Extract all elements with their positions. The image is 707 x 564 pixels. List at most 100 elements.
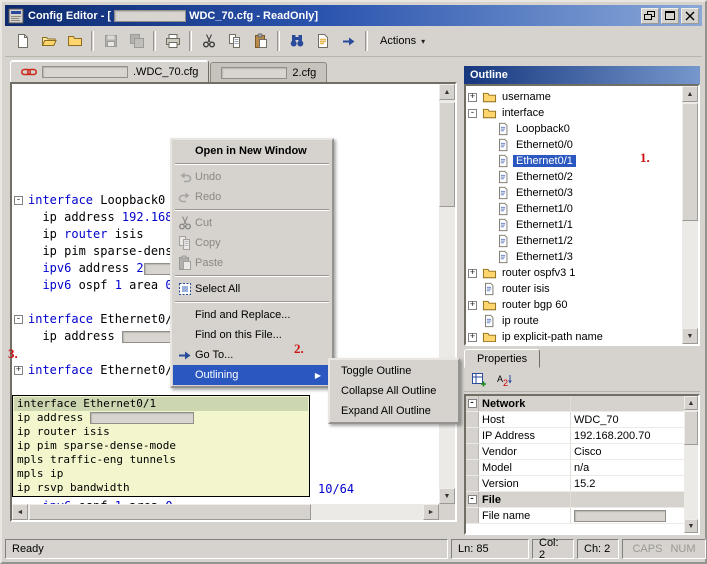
menu-item-redo[interactable]: Redo: [173, 187, 331, 207]
scroll-up-icon[interactable]: ▲: [682, 86, 698, 102]
document-tab-1[interactable]: .WDC_70.cfg: [10, 60, 209, 82]
status-message: Ready: [12, 543, 44, 555]
open-folder-button[interactable]: [36, 29, 61, 53]
menu-item-toggle-outline[interactable]: Toggle Outline: [331, 361, 457, 381]
menu-item-expand-all-outline[interactable]: Expand All Outline: [331, 401, 457, 421]
menu-item-collapse-all-outline[interactable]: Collapse All Outline: [331, 381, 457, 401]
expand-icon[interactable]: +: [468, 333, 477, 342]
menu-item-undo[interactable]: Undo: [173, 167, 331, 187]
status-line-number: Ln: 85: [458, 543, 489, 555]
scrollbar-corner: [439, 504, 455, 520]
outline-node-router-ospfv3-1[interactable]: + router ospfv3 1: [468, 265, 680, 281]
save-all-button[interactable]: [124, 29, 149, 53]
property-row-ip-address[interactable]: IP Address192.168.200.70: [466, 428, 684, 444]
scroll-down-icon[interactable]: ▼: [682, 328, 698, 344]
property-row-file-name[interactable]: File name: [466, 508, 684, 524]
fold-expand-icon[interactable]: +: [14, 366, 23, 375]
outline-scrollbar[interactable]: ▲ ▼: [682, 86, 698, 344]
chain-link-icon: [21, 64, 37, 80]
folder-button[interactable]: [62, 29, 87, 53]
copy-button[interactable]: [222, 29, 247, 53]
status-column-number: Col: 2: [539, 537, 567, 561]
outline-node-interface[interactable]: -interface: [468, 105, 680, 121]
print-button[interactable]: [160, 29, 185, 53]
collapse-icon[interactable]: -: [468, 399, 477, 408]
fold-margin: -: [14, 196, 28, 205]
fold-collapse-icon[interactable]: -: [14, 315, 23, 324]
tree-doc-icon: [495, 249, 511, 265]
outline-node-ip-route[interactable]: ip route: [468, 313, 680, 329]
fold-collapse-icon[interactable]: -: [14, 196, 23, 205]
new-file-button[interactable]: [10, 29, 35, 53]
vertical-scrollbar-thumb[interactable]: [439, 102, 455, 207]
outline-node-ethernet0-2[interactable]: Ethernet0/2: [468, 169, 680, 185]
editor-vertical-scrollbar[interactable]: ▲ ▼: [439, 84, 455, 504]
goto-button[interactable]: [336, 29, 361, 53]
scroll-up-icon[interactable]: ▲: [439, 84, 455, 100]
expander-slot: +: [468, 301, 481, 310]
vertical-scrollbar-thumb[interactable]: [682, 103, 698, 221]
outline-node-username[interactable]: +username: [468, 89, 680, 105]
scroll-up-icon[interactable]: ▲: [684, 396, 698, 410]
collapse-icon[interactable]: -: [468, 495, 477, 504]
paste-button[interactable]: [248, 29, 273, 53]
close-button[interactable]: [681, 8, 699, 24]
find-results-button[interactable]: [310, 29, 335, 53]
outline-node-ethernet0-3[interactable]: Ethernet0/3: [468, 185, 680, 201]
maximize-button[interactable]: [661, 8, 679, 24]
sort-alphabetical-button[interactable]: A2: [494, 370, 516, 390]
property-category-network[interactable]: -Network: [466, 396, 684, 412]
editor-horizontal-scrollbar[interactable]: ◄ ►: [12, 504, 439, 520]
outline-node-ethernet1-2[interactable]: Ethernet1/2: [468, 233, 680, 249]
menu-item-outlining[interactable]: Outlining▶: [173, 365, 331, 385]
save-button[interactable]: [98, 29, 123, 53]
expand-icon[interactable]: +: [468, 301, 477, 310]
property-value: WDC_70: [571, 412, 684, 427]
vertical-scrollbar-thumb[interactable]: [684, 411, 698, 445]
menu-item-find-on-this-file[interactable]: Find on this File...: [173, 325, 331, 345]
outline-node-router-isis[interactable]: router isis: [468, 281, 680, 297]
close-icon: [682, 8, 698, 24]
collapse-icon[interactable]: -: [468, 109, 477, 118]
menu-item-open-in-new-window[interactable]: Open in New Window: [173, 141, 331, 161]
property-row-host[interactable]: HostWDC_70: [466, 412, 684, 428]
property-row-vendor[interactable]: VendorCisco: [466, 444, 684, 460]
scroll-down-icon[interactable]: ▼: [684, 519, 698, 533]
menu-item-go-to[interactable]: Go To...: [173, 345, 331, 365]
menu-item-select-all[interactable]: Select All: [173, 279, 331, 299]
find-button[interactable]: [284, 29, 309, 53]
menu-item-copy[interactable]: Copy: [173, 233, 331, 253]
menu-item-cut[interactable]: Cut: [173, 213, 331, 233]
category-label: File: [479, 492, 571, 507]
tab-properties[interactable]: Properties: [464, 349, 540, 368]
scroll-left-icon[interactable]: ◄: [12, 504, 28, 520]
category-marker: -: [466, 396, 479, 411]
menu-item-paste[interactable]: Paste: [173, 253, 331, 273]
tree-doc-icon: [495, 153, 511, 169]
menu-item-find-and-replace[interactable]: Find and Replace...: [173, 305, 331, 325]
outline-node-ip-explicit-path-name[interactable]: +ip explicit-path name: [468, 329, 680, 342]
outline-node-ethernet1-3[interactable]: Ethernet1/3: [468, 249, 680, 265]
property-grid-scrollbar[interactable]: ▲ ▼: [684, 396, 698, 533]
title-bar[interactable]: Config Editor - [ WDC_70.cfg - ReadOnly]: [5, 5, 702, 26]
outline-node-ethernet1-1[interactable]: Ethernet1/1: [468, 217, 680, 233]
property-category-file[interactable]: -File: [466, 492, 684, 508]
scroll-down-icon[interactable]: ▼: [439, 488, 455, 504]
document-tab-2[interactable]: 2.cfg: [210, 62, 327, 82]
property-row-model[interactable]: Modeln/a: [466, 460, 684, 476]
expand-icon[interactable]: +: [468, 93, 477, 102]
outline-node-label: router ospfv3 1: [499, 267, 578, 279]
outline-node-loopback0[interactable]: Loopback0: [468, 121, 680, 137]
expand-icon[interactable]: +: [468, 269, 477, 278]
horizontal-scrollbar-thumb[interactable]: [29, 504, 311, 520]
outline-node-ethernet1-0[interactable]: Ethernet1/0: [468, 201, 680, 217]
menu-separator: [175, 209, 329, 211]
cut-button[interactable]: [196, 29, 221, 53]
categorized-view-button[interactable]: [468, 370, 490, 390]
outline-node-router-bgp-60[interactable]: +router bgp 60: [468, 297, 680, 313]
actions-menu-button[interactable]: Actions ▾: [372, 29, 433, 53]
property-row-version[interactable]: Version15.2: [466, 476, 684, 492]
scroll-right-icon[interactable]: ►: [423, 504, 439, 520]
restore-button[interactable]: [641, 8, 659, 24]
property-name: Vendor: [479, 444, 571, 459]
